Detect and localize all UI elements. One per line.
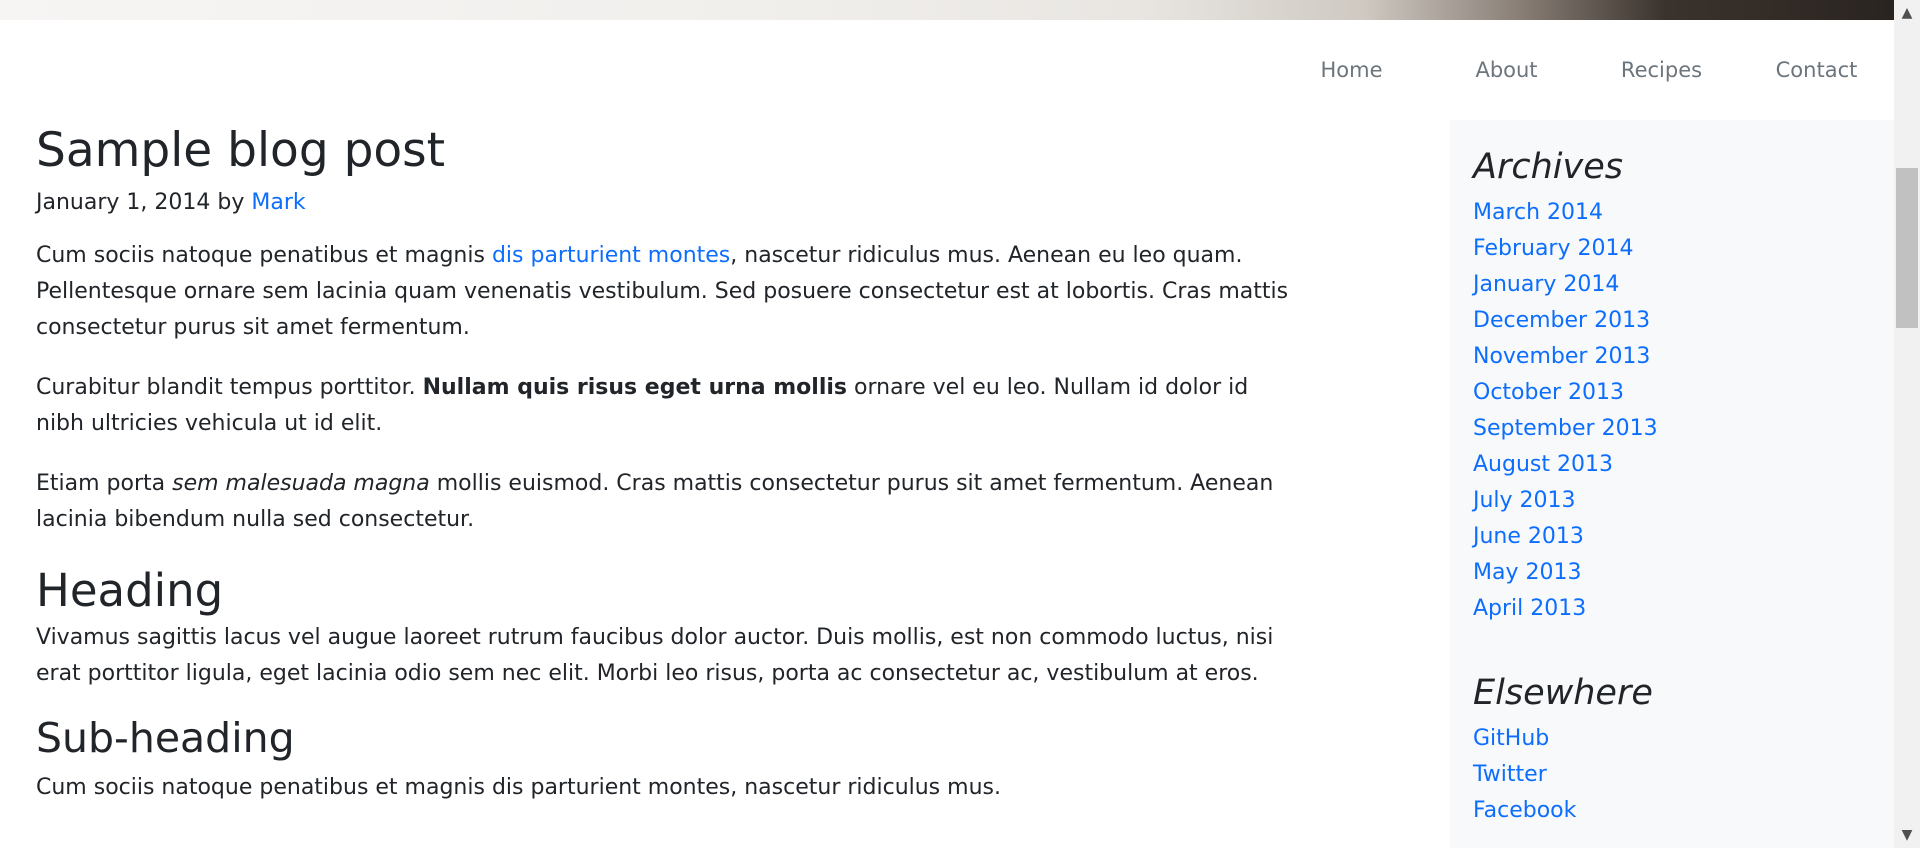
archives-title: Archives (1473, 147, 1623, 187)
header-image-strip (0, 0, 1894, 20)
archive-link[interactable]: November 2013 (1473, 344, 1650, 369)
archive-link[interactable]: October 2013 (1473, 380, 1624, 405)
post-title: Sample blog post (36, 123, 446, 178)
archive-link[interactable]: September 2013 (1473, 416, 1658, 441)
inline-link[interactable]: dis parturient montes (492, 243, 730, 268)
archive-link[interactable]: December 2013 (1473, 308, 1650, 333)
p1-text-before: Cum sociis natoque penatibus et magnis (36, 243, 492, 268)
archive-item: January 2014 (1473, 267, 1894, 303)
archive-item: July 2013 (1473, 483, 1894, 519)
scrollbar-thumb[interactable] (1896, 168, 1918, 328)
archive-link[interactable]: June 2013 (1473, 524, 1584, 549)
archive-link[interactable]: January 2014 (1473, 272, 1619, 297)
post-date: January 1, 2014 (36, 190, 211, 215)
paragraph-4: Vivamus sagittis lacus vel augue laoreet… (36, 625, 1274, 686)
twitter-link[interactable]: Twitter (1473, 762, 1547, 787)
elsewhere-item: Twitter (1473, 757, 1894, 793)
nav-home-link[interactable]: Home (1274, 58, 1429, 88)
sidebar: Archives March 2014 February 2014 Januar… (1450, 120, 1894, 848)
p3-italic-text: sem malesuada magna (172, 471, 430, 496)
section-subheading: Sub-heading (36, 714, 295, 762)
section-heading: Heading (36, 564, 224, 617)
post-body: Cum sociis natoque penatibus et magnis d… (36, 238, 1296, 806)
scroll-down-arrow-icon[interactable]: ▼ (1894, 822, 1920, 848)
nav-contact-link[interactable]: Contact (1739, 58, 1894, 88)
archive-link[interactable]: March 2014 (1473, 200, 1603, 225)
archive-link[interactable]: May 2013 (1473, 560, 1581, 585)
post-author-link[interactable]: Mark (251, 190, 305, 215)
archives-list: March 2014 February 2014 January 2014 De… (1473, 195, 1894, 627)
p3-text-before: Etiam porta (36, 471, 173, 496)
archive-item: December 2013 (1473, 303, 1894, 339)
facebook-link[interactable]: Facebook (1473, 798, 1576, 823)
vertical-scrollbar[interactable]: ▲ ▼ (1894, 0, 1920, 848)
archive-item: February 2014 (1473, 231, 1894, 267)
archive-link[interactable]: July 2013 (1473, 488, 1576, 513)
archive-link[interactable]: August 2013 (1473, 452, 1613, 477)
paragraph-1: Cum sociis natoque penatibus et magnis d… (36, 238, 1296, 346)
paragraph-5: Cum sociis natoque penatibus et magnis d… (36, 775, 1001, 800)
top-nav: Home About Recipes Contact (1274, 58, 1894, 88)
elsewhere-list: GitHub Twitter Facebook (1473, 721, 1894, 829)
archive-item: October 2013 (1473, 375, 1894, 411)
archive-item: June 2013 (1473, 519, 1894, 555)
archive-item: April 2013 (1473, 591, 1894, 627)
scroll-up-arrow-icon[interactable]: ▲ (1894, 0, 1920, 26)
post-meta: January 1, 2014 by Mark (36, 189, 1296, 217)
nav-about-link[interactable]: About (1429, 58, 1584, 88)
archive-item: August 2013 (1473, 447, 1894, 483)
post-by: by (217, 190, 245, 215)
nav-recipes-link[interactable]: Recipes (1584, 58, 1739, 88)
archive-link[interactable]: February 2014 (1473, 236, 1633, 261)
elsewhere-title: Elsewhere (1473, 673, 1653, 713)
archive-item: March 2014 (1473, 195, 1894, 231)
p2-bold-text: Nullam quis risus eget urna mollis (422, 375, 848, 400)
elsewhere-item: Facebook (1473, 793, 1894, 829)
archive-item: November 2013 (1473, 339, 1894, 375)
paragraph-2: Curabitur blandit tempus porttitor. Null… (36, 370, 1296, 442)
elsewhere-item: GitHub (1473, 721, 1894, 757)
archive-link[interactable]: April 2013 (1473, 596, 1586, 621)
github-link[interactable]: GitHub (1473, 726, 1549, 751)
blog-main: Sample blog post January 1, 2014 by Mark… (36, 118, 1296, 806)
archive-item: May 2013 (1473, 555, 1894, 591)
archive-item: September 2013 (1473, 411, 1894, 447)
paragraph-3: Etiam porta sem malesuada magna mollis e… (36, 466, 1296, 538)
p2-text-before: Curabitur blandit tempus porttitor. (36, 375, 423, 400)
